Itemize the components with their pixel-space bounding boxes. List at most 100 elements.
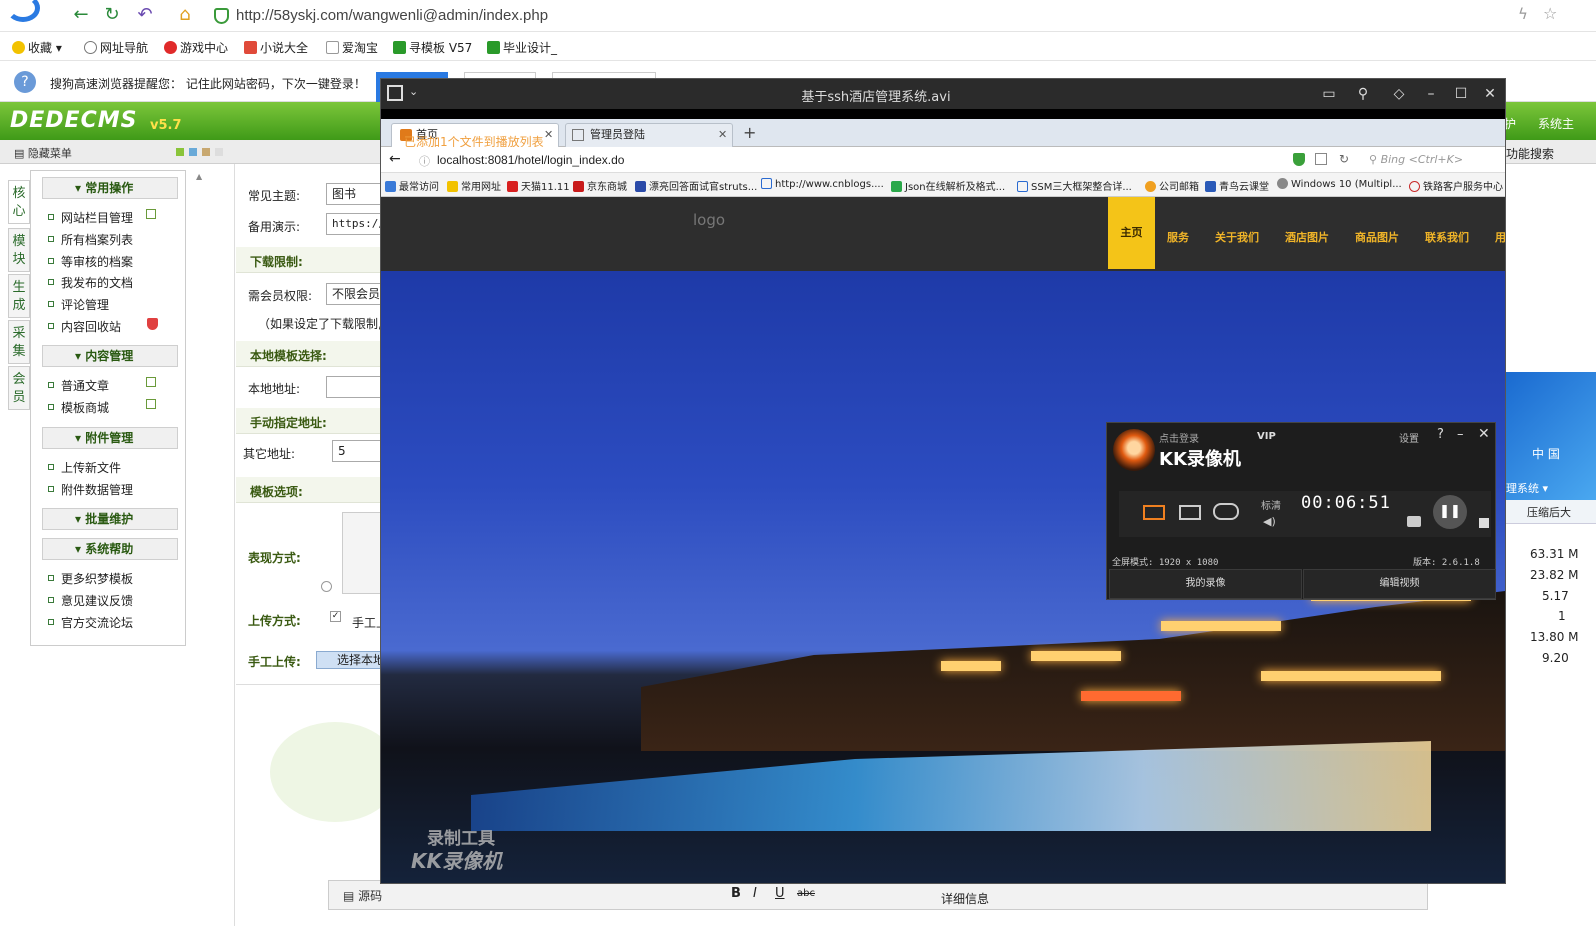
upload-mode-checkbox[interactable]: ✓	[330, 611, 341, 622]
menu-item-comments[interactable]: 评论管理	[48, 296, 109, 313]
nav-more[interactable]: 用	[1495, 229, 1505, 245]
demo-input[interactable]: https://	[326, 213, 385, 235]
recycle-shield-icon[interactable]	[147, 318, 158, 330]
inner-bookmark[interactable]: 铁路客户服务中心	[1409, 178, 1503, 193]
preview-thumbnail[interactable]	[342, 512, 382, 594]
add-icon[interactable]	[146, 377, 156, 387]
inner-search-input[interactable]: ⚲ Bing <Ctrl+K>	[1361, 150, 1501, 170]
system-dropdown[interactable]: 理系统 ▾	[1506, 480, 1548, 496]
inner-bookmark[interactable]: 常用网址	[447, 178, 501, 193]
menu-group-attachments[interactable]: ▾ 附件管理	[42, 427, 178, 449]
stop-button[interactable]	[1479, 518, 1489, 528]
help-icon[interactable]: ?	[1437, 427, 1444, 442]
bookmark-nav[interactable]: 网址导航	[84, 40, 148, 56]
settings-link[interactable]: 设置	[1399, 430, 1419, 445]
skin-swatch[interactable]	[189, 148, 197, 156]
close-icon[interactable]: ✕	[1480, 84, 1500, 104]
nav-home[interactable]: 主页	[1108, 197, 1155, 269]
inner-bookmark[interactable]: 京东商城	[573, 178, 627, 193]
inner-bookmark[interactable]: SSM三大框架整合详...	[1017, 178, 1132, 193]
refresh-icon[interactable]: ↻	[101, 4, 123, 26]
close-tab-icon[interactable]: ✕	[718, 124, 727, 146]
left-tab-modules[interactable]: 模块	[8, 228, 30, 272]
back-icon[interactable]: ←	[389, 151, 409, 169]
tab-home[interactable]: 首页 已添加1个文件到播放列表 ✕	[391, 123, 559, 149]
menu-item-attach-data[interactable]: 附件数据管理	[48, 481, 133, 498]
menu-group-batch[interactable]: ▾ 批量维护	[42, 508, 178, 530]
menu-item-feedback[interactable]: 意见建议反馈	[48, 592, 133, 609]
menu-item-articles[interactable]: 普通文章	[48, 377, 109, 394]
bookmark-taobao[interactable]: 爱淘宝	[326, 40, 378, 56]
volume-icon[interactable]: ◀)	[1263, 515, 1276, 528]
left-tab-collect[interactable]: 采集	[8, 320, 30, 364]
hide-menu-link[interactable]: ▤ 隐藏菜单	[14, 145, 72, 161]
window-record-icon[interactable]	[1179, 505, 1201, 520]
close-icon[interactable]: ✕	[1478, 426, 1490, 442]
inner-bookmark[interactable]: 青鸟云课堂	[1205, 178, 1269, 193]
shield-icon[interactable]	[1293, 153, 1305, 166]
pin-icon[interactable]: ⚲	[1353, 84, 1373, 104]
refresh-icon[interactable]: ↻	[1339, 152, 1349, 166]
bookmark-games[interactable]: 游戏中心	[164, 40, 228, 56]
skin-icon[interactable]: ◇	[1389, 84, 1409, 104]
skin-swatch[interactable]	[215, 148, 223, 156]
menu-group-help[interactable]: ▾ 系统帮助	[42, 538, 178, 560]
nav-services[interactable]: 服务	[1167, 229, 1189, 245]
nav-product-photos[interactable]: 商品图片	[1355, 229, 1399, 245]
inner-bookmark[interactable]: Windows 10 (Multipl...	[1277, 178, 1402, 190]
member-select[interactable]: 不限会员	[326, 283, 382, 305]
detail-info-tab[interactable]: 详细信息	[941, 890, 989, 907]
add-icon[interactable]	[146, 209, 156, 219]
pause-button[interactable]: ❚❚	[1433, 495, 1467, 529]
back-icon[interactable]: ←	[70, 4, 92, 26]
menu-item-more-templates[interactable]: 更多织梦模板	[48, 570, 133, 587]
close-tab-icon[interactable]: ✕	[544, 124, 553, 146]
menu-item-upload[interactable]: 上传新文件	[48, 459, 121, 476]
nav-about[interactable]: 关于我们	[1215, 229, 1259, 245]
function-search-link[interactable]: 功能搜索	[1506, 145, 1554, 162]
vip-badge[interactable]: VIP	[1257, 431, 1276, 442]
menu-group-common[interactable]: ▾ 常用操作	[42, 177, 178, 199]
minimize-icon[interactable]: –	[1457, 427, 1464, 442]
inner-bookmark[interactable]: 公司邮箱	[1145, 178, 1199, 193]
left-tab-member[interactable]: 会员	[8, 366, 30, 410]
italic-icon[interactable]: I	[753, 886, 757, 901]
quality-label[interactable]: 标清	[1261, 497, 1281, 512]
menu-item-my-docs[interactable]: 我发布的文档	[48, 274, 133, 291]
tab-admin-login[interactable]: 管理员登陆 ✕	[565, 123, 733, 147]
local-address-input[interactable]	[326, 376, 382, 398]
inner-bookmark[interactable]: 漂亮回答面试官struts...	[635, 178, 757, 193]
menu-item-recycle[interactable]: 内容回收站	[48, 318, 121, 335]
inner-url[interactable]: localhost:8081/hotel/login_index.do	[437, 153, 624, 167]
strike-icon[interactable]: abc	[797, 888, 815, 899]
new-tab-icon[interactable]: +	[743, 123, 756, 142]
left-tab-generate[interactable]: 生成	[8, 274, 30, 318]
maximize-icon[interactable]: ☐	[1451, 84, 1471, 104]
my-recordings-button[interactable]: 我的录像	[1109, 569, 1302, 599]
skin-swatch[interactable]	[176, 148, 184, 156]
left-tab-core[interactable]: 核心	[8, 180, 30, 224]
bookmark-novels[interactable]: 小说大全	[244, 40, 308, 56]
source-button[interactable]: ▤ 源码	[343, 887, 382, 904]
camera-icon[interactable]	[1407, 516, 1421, 527]
inner-bookmark[interactable]: Json在线解析及格式...	[891, 178, 1005, 193]
bookmark-graduation[interactable]: 毕业设计_	[487, 40, 557, 56]
show-mode-radio[interactable]	[321, 581, 332, 592]
lightning-icon[interactable]: ϟ	[1518, 5, 1528, 23]
screen-record-icon[interactable]	[1143, 505, 1165, 520]
home-icon[interactable]: ⌂	[174, 4, 196, 26]
bookmark-templates[interactable]: 寻模板 V57	[393, 40, 472, 56]
comment-icon[interactable]: ▭	[1319, 84, 1339, 104]
menu-group-content[interactable]: ▾ 内容管理	[42, 345, 178, 367]
inner-bookmark[interactable]: 天猫11.11	[507, 178, 570, 193]
other-address-input[interactable]: 5	[332, 440, 382, 462]
choose-file-button[interactable]: 选择本地	[316, 651, 382, 669]
inner-bookmark[interactable]: 最常访问	[385, 178, 439, 193]
nav-hotel-photos[interactable]: 酒店图片	[1285, 229, 1329, 245]
menu-item-forum[interactable]: 官方交流论坛	[48, 614, 133, 631]
menu-item-template-store[interactable]: 模板商城	[48, 399, 109, 416]
bold-icon[interactable]: B	[731, 886, 741, 901]
underline-icon[interactable]: U	[775, 886, 785, 901]
inner-bookmark[interactable]: http://www.cnblogs....	[761, 178, 884, 190]
skin-swatch[interactable]	[202, 148, 210, 156]
